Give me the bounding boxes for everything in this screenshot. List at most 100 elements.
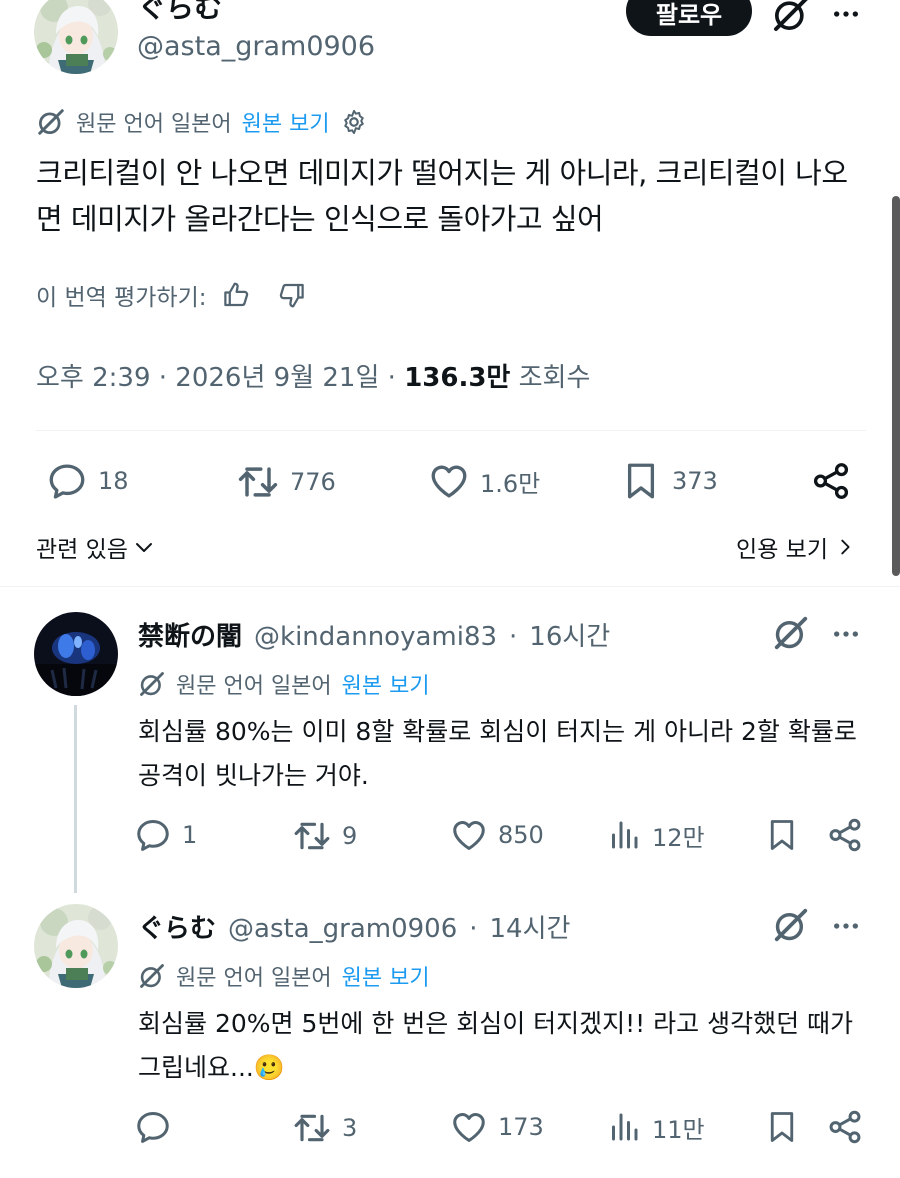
grok-icon[interactable] bbox=[772, 614, 810, 652]
share-button[interactable] bbox=[826, 1108, 864, 1146]
like-count: 1.6만 bbox=[480, 469, 541, 498]
reply-time[interactable]: 14시간 bbox=[490, 908, 571, 945]
reply-count: 1 bbox=[182, 821, 198, 849]
bookmark-icon bbox=[620, 460, 662, 502]
views-button[interactable]: 11만 bbox=[606, 1108, 705, 1146]
like-count: 173 bbox=[498, 1113, 544, 1141]
share-icon bbox=[826, 1108, 864, 1146]
bookmark-count: 373 bbox=[672, 467, 718, 495]
reply-author-handle[interactable]: @asta_gram0906 bbox=[228, 914, 457, 944]
views-count: 12만 bbox=[652, 823, 705, 852]
scrollbar[interactable] bbox=[892, 196, 900, 576]
share-button[interactable] bbox=[826, 816, 864, 854]
reply-time[interactable]: 16시간 bbox=[529, 616, 610, 653]
translation-source-label: 원문 언어 일본어 bbox=[176, 674, 332, 699]
more-icon[interactable] bbox=[830, 618, 862, 650]
reply-icon bbox=[46, 460, 88, 502]
reply-button[interactable]: 18 bbox=[46, 460, 129, 502]
author-handle[interactable]: @asta_gram0906 bbox=[137, 31, 375, 62]
reply-icon bbox=[134, 1108, 172, 1146]
views-label: 조회수 bbox=[518, 363, 591, 393]
chevron-right-icon bbox=[834, 536, 856, 558]
show-original-link[interactable]: 원본 보기 bbox=[342, 668, 430, 700]
author-name[interactable]: ぐらむ bbox=[138, 0, 222, 26]
reply-text: 회심률 20%면 5번에 한 번은 회심이 터지겠지!! 라고 생각했던 때가 … bbox=[138, 1002, 858, 1090]
like-count: 850 bbox=[498, 821, 544, 849]
thumbs-down-icon[interactable] bbox=[277, 280, 307, 310]
reply-count: 18 bbox=[98, 467, 129, 495]
post-time[interactable]: 오후 2:39 bbox=[36, 363, 151, 393]
more-icon[interactable] bbox=[830, 910, 862, 942]
reply-text-body: 회심률 20%면 5번에 한 번은 회심이 터지겠지!! 라고 생각했던 때가 … bbox=[138, 1009, 854, 1082]
chevron-down-icon bbox=[132, 535, 156, 559]
rate-translation-label: 이 번역 평가하기: bbox=[36, 285, 207, 311]
repost-icon bbox=[236, 460, 280, 504]
reply-header: 禁断の闇 @kindannoyami83 · 16시간 bbox=[138, 616, 610, 653]
post-date[interactable]: 2026년 9월 21일 bbox=[175, 363, 379, 393]
grok-icon[interactable] bbox=[771, 0, 811, 34]
reply-avatar[interactable] bbox=[34, 612, 118, 696]
post-meta: 오후 2:39 · 2026년 9월 21일 · 136.3만 조회수 bbox=[36, 357, 590, 394]
share-icon bbox=[826, 816, 864, 854]
reply-header: ぐらむ @asta_gram0906 · 14시간 bbox=[138, 908, 570, 945]
bookmark-button[interactable] bbox=[764, 816, 800, 854]
bookmark-icon bbox=[764, 816, 800, 854]
section-divider bbox=[0, 586, 900, 587]
meta-separator: · bbox=[158, 363, 168, 393]
views-button[interactable]: 12만 bbox=[606, 816, 705, 854]
repost-button[interactable]: 3 bbox=[292, 1108, 357, 1148]
views-count: 136.3만 bbox=[404, 363, 511, 393]
reply-button[interactable] bbox=[134, 1108, 182, 1146]
repost-icon bbox=[292, 816, 332, 856]
crying-emoji: 🥲 bbox=[253, 1053, 285, 1082]
repost-count: 3 bbox=[342, 1114, 358, 1142]
related-dropdown[interactable]: 관련 있음 bbox=[36, 530, 156, 564]
meta-separator: · bbox=[509, 622, 518, 652]
view-quotes-link[interactable]: 인용 보기 bbox=[736, 530, 856, 564]
repost-count: 776 bbox=[290, 468, 336, 496]
like-button[interactable]: 173 bbox=[450, 1108, 544, 1146]
reply-author-handle[interactable]: @kindannoyami83 bbox=[254, 622, 497, 652]
follow-button[interactable]: 팔로우 bbox=[626, 0, 752, 36]
reply-translation-bar: 원문 언어 일본어 원본 보기 bbox=[138, 668, 430, 700]
related-label: 관련 있음 bbox=[36, 537, 128, 563]
translation-bar: 원문 언어 일본어 원본 보기 bbox=[36, 106, 368, 138]
repost-icon bbox=[292, 1108, 332, 1148]
bookmark-button[interactable] bbox=[764, 1108, 800, 1146]
author-avatar[interactable] bbox=[34, 0, 118, 74]
reply-avatar[interactable] bbox=[34, 904, 118, 988]
views-count: 11만 bbox=[652, 1115, 705, 1144]
quotes-label: 인용 보기 bbox=[736, 537, 828, 563]
meta-separator: · bbox=[387, 363, 396, 393]
repost-count: 9 bbox=[342, 822, 358, 850]
reply-author-name[interactable]: 禁断の闇 bbox=[138, 616, 242, 653]
thread-line bbox=[74, 705, 77, 893]
views-icon bbox=[606, 1108, 642, 1146]
like-button[interactable]: 1.6만 bbox=[428, 460, 540, 502]
more-icon[interactable] bbox=[830, 0, 862, 30]
share-button[interactable] bbox=[810, 460, 852, 502]
reply-icon bbox=[134, 816, 172, 854]
meta-separator: · bbox=[469, 914, 478, 944]
show-original-link[interactable]: 원본 보기 bbox=[242, 106, 330, 138]
like-icon bbox=[450, 816, 488, 854]
reply-button[interactable]: 1 bbox=[134, 816, 197, 854]
gear-icon[interactable] bbox=[340, 108, 368, 136]
grok-icon bbox=[36, 107, 66, 137]
post-text: 크리티컬이 안 나오면 데미지가 떨어지는 게 아니라, 크리티컬이 나오면 데… bbox=[36, 156, 848, 236]
grok-icon[interactable] bbox=[772, 906, 810, 944]
translation-source-label: 원문 언어 일본어 bbox=[76, 112, 232, 137]
like-icon bbox=[428, 460, 470, 502]
share-icon bbox=[810, 460, 852, 502]
grok-icon bbox=[138, 670, 166, 698]
thumbs-up-icon[interactable] bbox=[221, 280, 251, 310]
reply-author-name[interactable]: ぐらむ bbox=[138, 908, 216, 945]
repost-button[interactable]: 9 bbox=[292, 816, 357, 856]
rate-translation-row: 이 번역 평가하기: bbox=[36, 278, 307, 312]
repost-button[interactable]: 776 bbox=[236, 460, 336, 504]
like-button[interactable]: 850 bbox=[450, 816, 544, 854]
reply-text: 회심률 80%는 이미 8할 확률로 회심이 터지는 게 아니라 2할 확률로 … bbox=[138, 717, 857, 790]
grok-icon bbox=[138, 962, 166, 990]
bookmark-button[interactable]: 373 bbox=[620, 460, 718, 502]
show-original-link[interactable]: 원본 보기 bbox=[342, 960, 430, 992]
